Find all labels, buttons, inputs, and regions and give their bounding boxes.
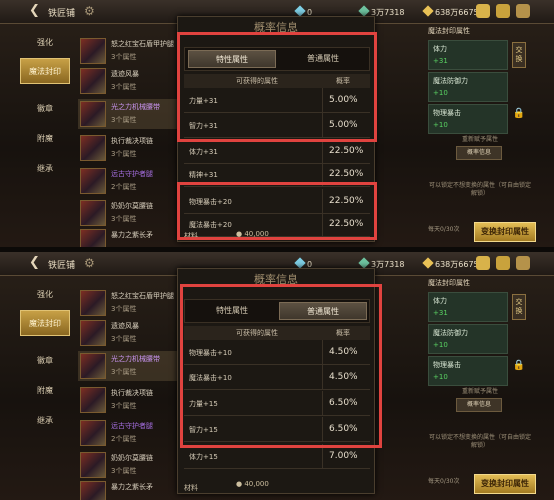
daily-limit: 每天0/30次 (428, 478, 460, 485)
highlight-box (177, 32, 377, 142)
probability-info-button[interactable]: 概率信息 (456, 398, 502, 412)
item-icon (80, 290, 106, 316)
item-icon (80, 68, 106, 94)
sidebar: 强化 魔法封印 徽章 附魔 继承 (20, 278, 70, 493)
menu-icon[interactable] (516, 4, 530, 18)
seal-attributes-panel: 魔法封印属性 体力 +31 交换 魔法防御力 +10 物理暴击 +10 🔒 重新赋予属… (428, 278, 536, 494)
lock-hint-text: 可以锁定不想变换的属性（可自由锁定解锁） (428, 434, 531, 449)
daily-limit: 每天0/30次 (428, 226, 460, 233)
list-item[interactable]: 怒之红宝石盾甲护腿 3个属性 (78, 288, 178, 318)
sidebar-tab-emblem[interactable]: 徽章 (20, 96, 70, 122)
lock-icon[interactable]: 🔒 (512, 358, 526, 384)
gold-icon (422, 5, 434, 17)
reassign-text: 重新赋予属性 (461, 136, 498, 143)
attribute-slot: 物理暴击 +10 (428, 104, 508, 134)
list-item[interactable]: 遗迹风暴 3个属性 (78, 66, 178, 96)
item-icon (80, 229, 106, 247)
screenshot-panel-top: ❮ 铁匠铺 ⚙ 0 3万7318 638万6675 强化 魔法封印 徽章 附魔 … (0, 0, 554, 247)
equipment-list: 怒之红宝石盾甲护腿 3个属性 遗迹风暴 3个属性 光之力机械腰带 3个属性 执行裁决项… (78, 278, 178, 500)
reassign-text: 重新赋予属性 (461, 388, 498, 395)
equipment-list: 怒之红宝石盾甲护腿 3个属性 遗迹风暴 3个属性 光之力机械腰带 3个属性 执行裁决项… (78, 26, 178, 247)
swap-button[interactable]: 交换 (512, 294, 526, 320)
sidebar-tab-enchant[interactable]: 附魔 (20, 126, 70, 152)
gold-icon (422, 257, 434, 269)
attribute-slot: 体力 +31 (428, 40, 508, 70)
page-title: 铁匠铺 (48, 9, 76, 19)
attribute-slot: 物理暴击 +10 (428, 356, 508, 386)
menu-icon[interactable] (516, 256, 530, 270)
list-item[interactable]: 光之力机械腰带 3个属性 (78, 351, 178, 381)
gem-icon (358, 257, 370, 269)
item-icon (80, 452, 106, 478)
attribute-slot: 魔法防御力 +10 (428, 324, 508, 354)
item-icon (80, 135, 106, 161)
list-item[interactable]: 暴力之紫长矛 (78, 227, 178, 247)
gem-icon (358, 5, 370, 17)
seal-attributes-header: 魔法封印属性 (428, 27, 470, 35)
list-item[interactable]: 奶奶尔莫腰链 3个属性 (78, 198, 178, 228)
mail-icon[interactable] (496, 4, 510, 18)
table-row: 体力+31 22.50% (184, 139, 370, 164)
currency-3: 638万6675 (422, 257, 479, 270)
sidebar-tab-inherit[interactable]: 继承 (20, 156, 70, 182)
sidebar: 强化 魔法封印 徽章 附魔 继承 (20, 26, 70, 241)
treasure-icon[interactable] (476, 4, 490, 18)
list-item[interactable]: 暴力之紫长矛 (78, 479, 178, 500)
sidebar-tab-emblem[interactable]: 徽章 (20, 348, 70, 374)
list-item[interactable]: 遗迹风暴 3个属性 (78, 318, 178, 348)
back-arrow-icon[interactable]: ❮ (29, 255, 40, 270)
item-icon (80, 200, 106, 226)
mail-icon[interactable] (496, 256, 510, 270)
crystal-icon (294, 5, 306, 17)
attribute-slot: 体力 +31 (428, 292, 508, 322)
sidebar-tab-enchant[interactable]: 附魔 (20, 378, 70, 404)
item-icon (80, 320, 106, 346)
list-item[interactable]: 光之力机械腰带 3个属性 (78, 99, 178, 129)
item-icon (80, 420, 106, 446)
sidebar-tab-magic-seal[interactable]: 魔法封印 (20, 310, 70, 336)
list-item[interactable]: 怒之红宝石盾甲护腿 3个属性 (78, 36, 178, 66)
lock-hint-text: 可以锁定不想变换的属性（可自由锁定解锁） (428, 182, 531, 197)
treasure-icon[interactable] (476, 256, 490, 270)
page-title: 铁匠铺 (48, 261, 76, 271)
sidebar-tab-enhance[interactable]: 强化 (20, 282, 70, 308)
sidebar-tab-inherit[interactable]: 继承 (20, 408, 70, 434)
currency-3: 638万6675 (422, 5, 479, 18)
dialog-footer-label: 材料 (184, 484, 198, 492)
swap-button[interactable]: 交换 (512, 42, 526, 68)
crystal-icon (294, 257, 306, 269)
item-icon (80, 38, 106, 64)
seal-attributes-panel: 魔法封印属性 体力 +31 交换 魔法防御力 +10 物理暴击 +10 🔒 重新赋予属… (428, 26, 536, 242)
screenshot-panel-bottom: ❮ 铁匠铺 ⚙ 0 3万7318 638万6675 强化 魔法封印 徽章 附魔 … (0, 252, 554, 500)
attribute-slot: 魔法防御力 +10 (428, 72, 508, 102)
change-seal-button[interactable]: 变换封印属性 (474, 222, 536, 242)
lock-icon[interactable]: 🔒 (512, 106, 526, 132)
list-item[interactable]: 远古守护者腿 2个属性 (78, 418, 178, 448)
sidebar-tab-enhance[interactable]: 强化 (20, 30, 70, 56)
list-item[interactable]: 执行裁决项链 3个属性 (78, 133, 178, 163)
settings-gear-icon[interactable]: ⚙ (84, 4, 95, 18)
back-arrow-icon[interactable]: ❮ (29, 3, 40, 18)
cost-amount: ● 40,000 (236, 480, 269, 488)
list-item[interactable]: 执行裁决项链 3个属性 (78, 385, 178, 415)
probability-info-button[interactable]: 概率信息 (456, 146, 502, 160)
sidebar-tab-magic-seal[interactable]: 魔法封印 (20, 58, 70, 84)
change-seal-button[interactable]: 变换封印属性 (474, 474, 536, 494)
item-icon (80, 101, 106, 127)
item-icon (80, 481, 106, 500)
item-icon (80, 353, 106, 379)
seal-attributes-header: 魔法封印属性 (428, 279, 470, 287)
item-icon (80, 387, 106, 413)
list-item[interactable]: 奶奶尔莫腰链 3个属性 (78, 450, 178, 480)
item-icon (80, 168, 106, 194)
list-item[interactable]: 远古守护者腿 2个属性 (78, 166, 178, 196)
highlight-box (177, 182, 377, 240)
settings-gear-icon[interactable]: ⚙ (84, 256, 95, 270)
highlight-box (180, 284, 382, 448)
